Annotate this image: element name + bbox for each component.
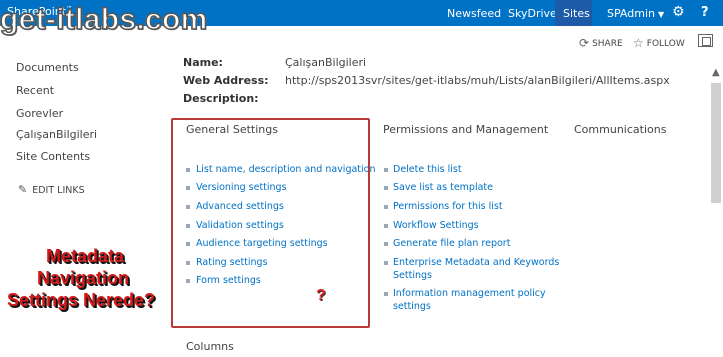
- save-list-as-template-link[interactable]: Save list as template: [393, 181, 493, 194]
- columns-heading: Columns: [186, 340, 234, 353]
- question-mark: ?: [316, 287, 326, 304]
- star-icon: ☆: [633, 36, 644, 50]
- share-icon: ⟳: [579, 36, 590, 50]
- follow-button[interactable]: ☆ FOLLOW: [633, 36, 685, 50]
- leftnav-item-gorevler[interactable]: Gorevler: [16, 107, 63, 120]
- bullet-icon: [384, 242, 388, 246]
- chevron-down-icon: ▼: [657, 10, 665, 19]
- annotation-line-3: Settings Nerede?: [7, 290, 156, 310]
- follow-label: FOLLOW: [646, 39, 685, 49]
- generate-file-plan-report-link[interactable]: Generate file plan report: [393, 237, 510, 250]
- bullet-icon: [384, 292, 388, 296]
- permissions-for-list-link[interactable]: Permissions for this list: [393, 200, 503, 213]
- list-settings-page: SharePoint™ Newsfeed SkyDrive Sites SPAd…: [0, 0, 723, 357]
- communications-heading: Communications: [574, 123, 667, 136]
- share-label: SHARE: [592, 39, 623, 49]
- focus-on-content-icon[interactable]: [698, 34, 713, 47]
- watermark: get-itlabs.com: [0, 2, 208, 37]
- enterprise-metadata-keywords-settings-link[interactable]: Enterprise Metadata and Keywords Setting…: [393, 256, 573, 282]
- pencil-icon: ✎: [18, 183, 28, 196]
- bullet-icon: [384, 224, 388, 228]
- workflow-settings-link[interactable]: Workflow Settings: [393, 219, 479, 232]
- leftnav-item-site-contents[interactable]: Site Contents: [16, 150, 90, 163]
- help-icon[interactable]: ?: [701, 5, 709, 20]
- highlight-box: [171, 118, 370, 328]
- annotation-line-1: Metadata: [46, 246, 125, 266]
- leftnav-item-documents[interactable]: Documents: [16, 61, 79, 74]
- bullet-icon: [384, 261, 388, 265]
- scroll-up-icon[interactable]: ▲: [712, 67, 720, 78]
- sites-label: Sites: [563, 7, 590, 20]
- web-address-value: http://sps2013svr/sites/get-itlabs/muh/L…: [285, 74, 670, 87]
- delete-list-link[interactable]: Delete this list: [393, 163, 462, 176]
- description-label: Description:: [183, 92, 259, 105]
- leftnav-item-recent[interactable]: Recent: [16, 84, 54, 97]
- bullet-icon: [384, 186, 388, 190]
- share-button[interactable]: ⟳ SHARE: [579, 36, 623, 50]
- gear-icon[interactable]: ⚙: [672, 4, 685, 20]
- skydrive-link[interactable]: SkyDrive: [508, 7, 557, 20]
- permissions-management-heading: Permissions and Management: [383, 123, 549, 136]
- name-label: Name:: [183, 56, 223, 69]
- newsfeed-link[interactable]: Newsfeed: [447, 7, 501, 20]
- user-name: SPAdmin: [607, 7, 655, 20]
- information-management-policy-settings-link[interactable]: Information management policy settings: [393, 287, 553, 313]
- annotation-line-2: Navigation: [37, 268, 130, 288]
- edit-links-label: EDIT LINKS: [32, 185, 85, 196]
- bullet-icon: [384, 168, 388, 172]
- bullet-icon: [384, 205, 388, 209]
- sites-link[interactable]: Sites: [555, 0, 592, 26]
- name-value: ÇalışanBilgileri: [285, 56, 367, 69]
- scrollbar-thumb[interactable]: [711, 83, 721, 203]
- web-address-label: Web Address:: [183, 74, 269, 87]
- user-menu[interactable]: SPAdmin ▼: [607, 7, 664, 20]
- edit-links-button[interactable]: ✎ EDIT LINKS: [18, 183, 85, 196]
- leftnav-item-calisanbilgileri[interactable]: ÇalışanBilgileri: [16, 128, 97, 141]
